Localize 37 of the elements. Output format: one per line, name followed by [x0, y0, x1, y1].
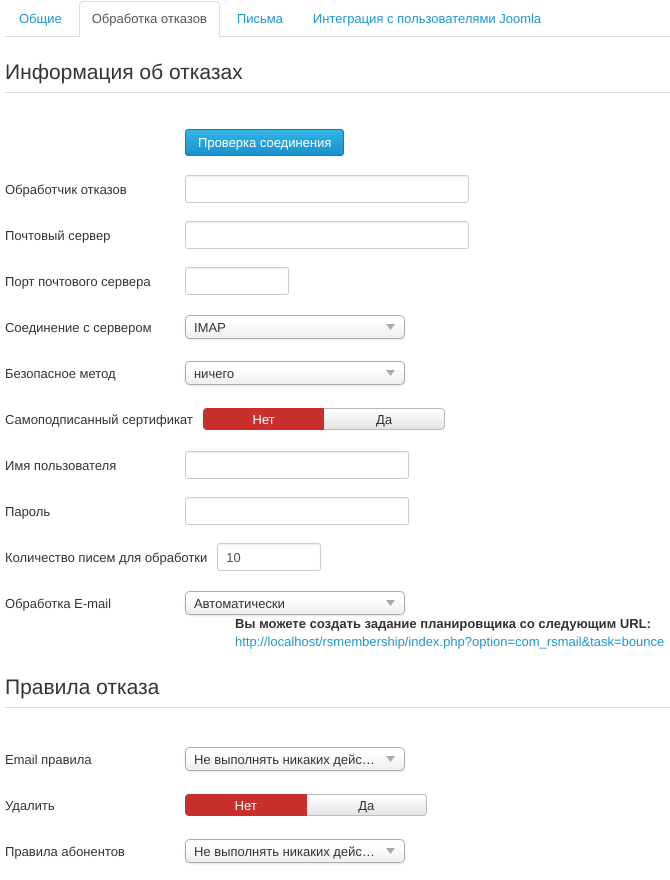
caret-icon	[386, 848, 395, 854]
field-label: Email правила	[5, 752, 92, 766]
field-label: Обработка E-mail	[5, 596, 112, 610]
note-text: Вы можете создать задание планировщика со следующим URL:	[235, 615, 651, 633]
field-label: Почтовый сервер	[5, 228, 110, 242]
toggle-option[interactable]: Нет	[185, 794, 306, 816]
text-input-field[interactable]	[185, 497, 409, 525]
text-input-field[interactable]	[185, 451, 409, 479]
field-label: Пароль	[5, 504, 50, 518]
field-label: Соединение с сервером	[5, 320, 152, 334]
caret-icon	[386, 324, 395, 330]
toggle-option[interactable]: Да	[306, 794, 427, 816]
text-input-field[interactable]: 10	[217, 543, 322, 571]
field-label: Имя пользователя	[5, 458, 116, 472]
select-dropdown[interactable]: IMAP	[185, 315, 405, 339]
field-label: Обработчик отказов	[5, 182, 127, 196]
caret-icon	[386, 756, 395, 762]
caret-icon	[386, 600, 395, 606]
field-label: Количество писем для обработки	[5, 550, 208, 564]
field-label: Удалить	[5, 798, 55, 812]
section-heading: Правила отказа	[5, 676, 160, 700]
select-dropdown[interactable]: Не выполнять никаких дейс…	[185, 839, 405, 863]
select-dropdown[interactable]: ничего	[185, 361, 405, 385]
text-input-field[interactable]	[185, 221, 469, 249]
toggle-option[interactable]: Да	[324, 408, 445, 430]
caret-icon	[386, 370, 395, 376]
text-input-field[interactable]	[185, 175, 469, 203]
field-label: Порт почтового сервера	[5, 274, 151, 288]
field-label: Правила абонентов	[5, 844, 125, 858]
field-label: Самоподписанный сертификат	[5, 412, 193, 426]
select-dropdown[interactable]: Автоматически	[185, 591, 405, 615]
text-input-field[interactable]	[185, 267, 289, 295]
tab[interactable]: Обработка отказов	[78, 1, 220, 37]
field-label: Безопасное метод	[5, 366, 116, 380]
section-heading: Информация об отказах	[5, 61, 243, 85]
select-dropdown[interactable]: Не выполнять никаких дейс…	[185, 747, 405, 771]
toggle-option[interactable]: Нет	[202, 408, 324, 430]
